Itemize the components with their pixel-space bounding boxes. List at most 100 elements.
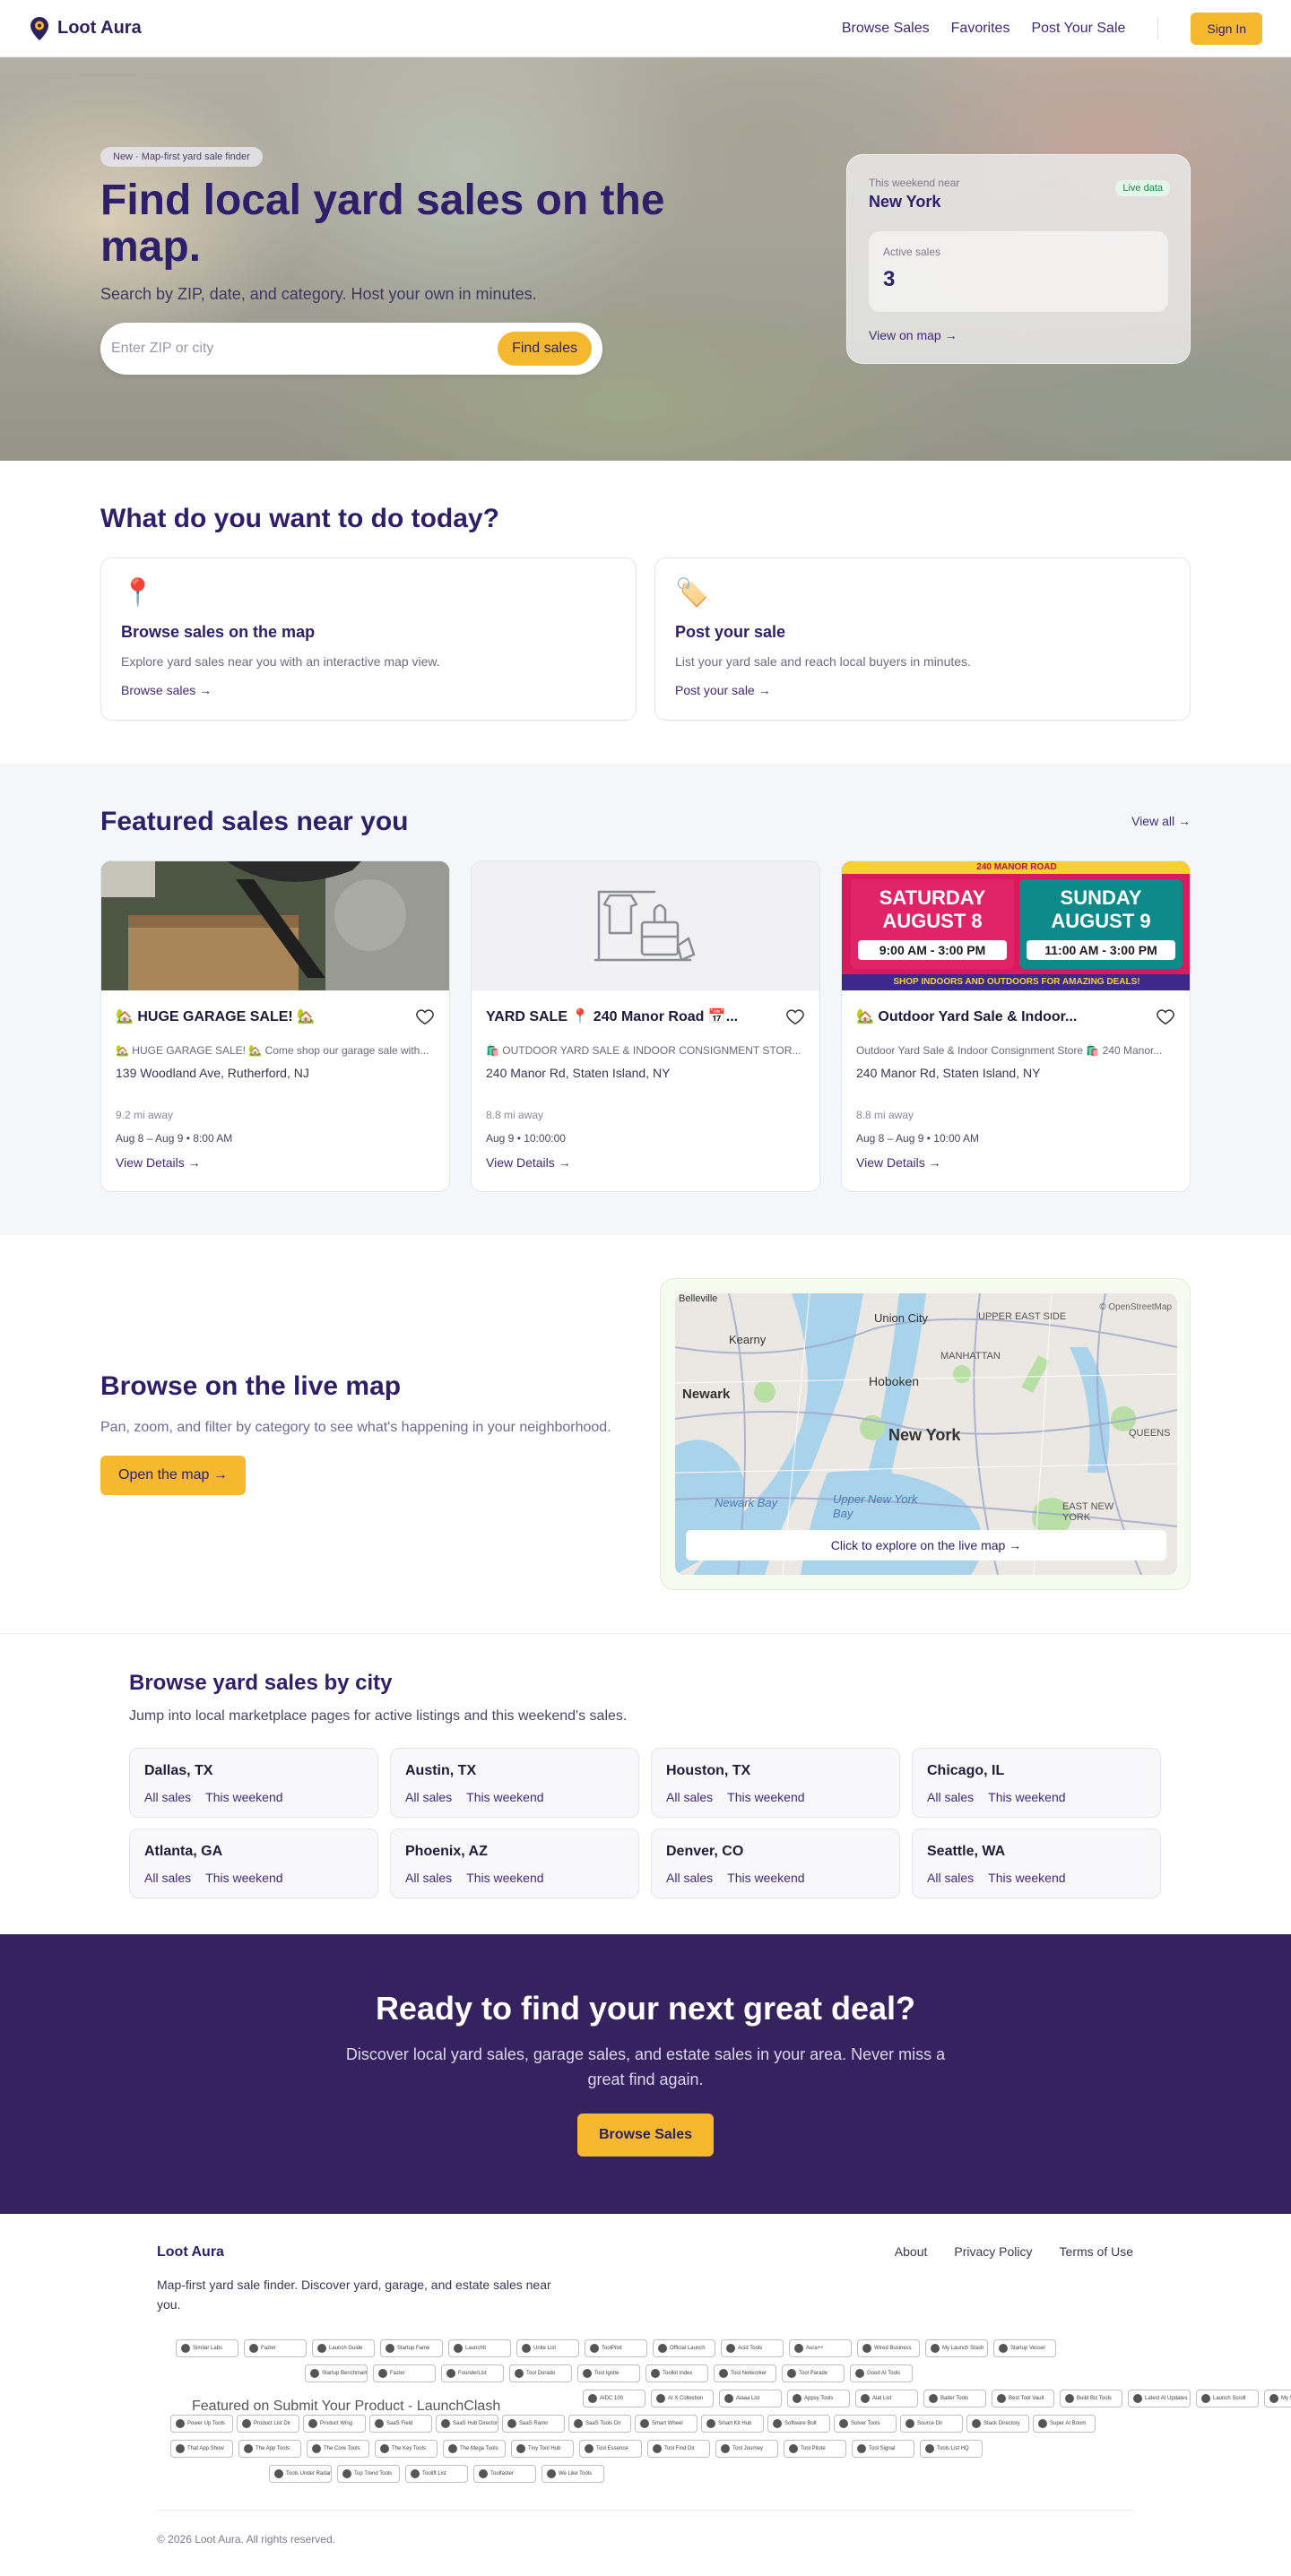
nav-post-sale[interactable]: Post Your Sale (1031, 21, 1125, 37)
zip-search-input[interactable] (111, 341, 498, 357)
all-sales-link[interactable]: All sales (405, 1871, 452, 1885)
featured-on-badge[interactable]: Toolift List (405, 2465, 468, 2483)
footer-terms-link[interactable]: Terms of Use (1060, 2244, 1133, 2259)
featured-on-badge[interactable]: SaaS Field (369, 2415, 432, 2433)
featured-on-badge[interactable]: Build Biz Tools (1060, 2390, 1122, 2407)
featured-on-badge[interactable]: Tool Ignite (577, 2364, 640, 2382)
all-sales-link[interactable]: All sales (666, 1871, 713, 1885)
featured-on-badge[interactable]: That App Show (170, 2440, 233, 2458)
featured-on-badge[interactable]: Tool Dorado (509, 2364, 572, 2382)
sign-in-button[interactable]: Sign In (1191, 12, 1262, 45)
this-weekend-link[interactable]: This weekend (205, 1871, 282, 1885)
featured-on-badge[interactable]: Good AI Tools (850, 2364, 913, 2382)
this-weekend-link[interactable]: This weekend (466, 1790, 543, 1804)
sale-card[interactable]: 🏡 HUGE GARAGE SALE! 🏡 🏡 HUGE GARAGE SALE… (100, 860, 450, 1192)
browse-sales-link[interactable]: Browse sales → (121, 683, 616, 697)
featured-on-badge[interactable]: Tool Pilote (784, 2440, 846, 2458)
all-sales-link[interactable]: All sales (927, 1790, 974, 1804)
sale-card[interactable]: YARD SALE 📍 240 Manor Road 📅... 🛍️ OUTDO… (471, 860, 820, 1192)
featured-on-badge[interactable]: Fazier (373, 2364, 436, 2382)
broken-badge-image[interactable]: Featured on Submit Your Product - Launch… (192, 2399, 500, 2415)
featured-on-badge[interactable]: Aiaaa List (719, 2390, 782, 2407)
featured-on-badge[interactable]: Tool Parade (782, 2364, 845, 2382)
all-sales-link[interactable]: All sales (144, 1871, 191, 1885)
featured-on-badge[interactable]: Best Tool Vault (992, 2390, 1054, 2407)
this-weekend-link[interactable]: This weekend (727, 1790, 804, 1804)
featured-on-badge[interactable]: Fazier (244, 2339, 307, 2357)
featured-on-badge[interactable]: Launch Scroll (1196, 2390, 1259, 2407)
explore-map-cta[interactable]: Click to explore on the live map → (686, 1530, 1166, 1560)
featured-on-badge[interactable]: Unite List (516, 2339, 579, 2357)
featured-on-badge[interactable]: AI X Collection (651, 2390, 714, 2407)
featured-on-badge[interactable]: Acid Tools (721, 2339, 784, 2357)
featured-on-badge[interactable]: Tiny Tool Hub (511, 2440, 574, 2458)
featured-on-badge[interactable]: Baiter Tools (923, 2390, 986, 2407)
featured-on-badge[interactable]: Startup Vessel (993, 2339, 1056, 2357)
featured-on-badge[interactable]: Similar Labs (176, 2339, 238, 2357)
all-sales-link[interactable]: All sales (144, 1790, 191, 1804)
heart-icon[interactable] (1156, 1007, 1175, 1026)
featured-on-badge[interactable]: ToolPilot (585, 2339, 647, 2357)
view-details-link[interactable]: View Details → (486, 1155, 805, 1170)
view-on-map-link[interactable]: View on map → (869, 328, 1168, 342)
heart-icon[interactable] (785, 1007, 805, 1026)
featured-on-badge[interactable]: Stack Directory (966, 2415, 1029, 2433)
featured-on-badge[interactable]: Tools List HQ (920, 2440, 983, 2458)
featured-on-badge[interactable]: Product Wing (303, 2415, 366, 2433)
featured-on-badge[interactable]: Startup Benchmarks (305, 2364, 368, 2382)
featured-on-badge[interactable]: Top Trend Tools (337, 2465, 400, 2483)
featured-on-badge[interactable]: My Launch Stash (925, 2339, 988, 2357)
featured-on-badge[interactable]: Aiat List (855, 2390, 918, 2407)
this-weekend-link[interactable]: This weekend (466, 1871, 543, 1885)
nav-favorites[interactable]: Favorites (951, 21, 1010, 37)
featured-on-badge[interactable]: Appsy Tools (787, 2390, 850, 2407)
featured-on-badge[interactable]: Solver Tools (834, 2415, 897, 2433)
all-sales-link[interactable]: All sales (666, 1790, 713, 1804)
featured-on-badge[interactable]: FounderList (441, 2364, 504, 2382)
featured-on-badge[interactable]: We Like Tools (542, 2465, 604, 2483)
this-weekend-link[interactable]: This weekend (205, 1790, 282, 1804)
this-weekend-link[interactable]: This weekend (988, 1790, 1065, 1804)
featured-on-badge[interactable]: The Key Tools (375, 2440, 438, 2458)
featured-on-badge[interactable]: Tool Essence (579, 2440, 642, 2458)
map-preview[interactable]: Belleville Union City UPPER EAST SIDE MA… (675, 1293, 1177, 1575)
featured-on-badge[interactable]: Tool Find Dir (647, 2440, 710, 2458)
featured-on-badge[interactable]: Tools Under Radar (269, 2465, 332, 2483)
featured-on-badge[interactable]: Power Up Tools (170, 2415, 233, 2433)
featured-on-badge[interactable]: Toolfaster (473, 2465, 536, 2483)
featured-on-badge[interactable]: Toolkit Index (646, 2364, 708, 2382)
featured-on-badge[interactable]: Wired Business (857, 2339, 920, 2357)
view-details-link[interactable]: View Details → (116, 1155, 435, 1170)
featured-on-badge[interactable]: Latest AI Updates (1128, 2390, 1191, 2407)
featured-on-badge[interactable]: SaaS Rankr (502, 2415, 565, 2433)
featured-on-badge[interactable]: SaaS Hub Directory (436, 2415, 498, 2433)
post-sale-card[interactable]: 🏷️ Post your sale List your yard sale an… (654, 558, 1191, 721)
browse-map-card[interactable]: 📍 Browse sales on the map Explore yard s… (100, 558, 637, 721)
footer-privacy-link[interactable]: Privacy Policy (954, 2244, 1032, 2259)
map-attribution[interactable]: © OpenStreetMap (1099, 1302, 1172, 1312)
featured-on-badge[interactable]: Smart Wheel (635, 2415, 697, 2433)
sale-card[interactable]: 240 MANOR ROAD SATURDAY AUGUST 8 9:00 AM… (841, 860, 1191, 1192)
featured-on-badge[interactable]: Smart Kit Hub (701, 2415, 764, 2433)
open-map-button[interactable]: Open the map → (100, 1456, 246, 1495)
featured-on-badge[interactable]: The Core Tools (307, 2440, 369, 2458)
featured-on-badge[interactable]: My Start Tools (1264, 2390, 1291, 2407)
featured-on-badge[interactable]: Tool Signal (852, 2440, 914, 2458)
featured-on-badge[interactable]: Launch Guide (312, 2339, 375, 2357)
browse-sales-button[interactable]: Browse Sales (577, 2114, 714, 2157)
featured-on-badge[interactable]: The Mega Tools (443, 2440, 506, 2458)
footer-about-link[interactable]: About (895, 2244, 928, 2259)
all-sales-link[interactable]: All sales (927, 1871, 974, 1885)
featured-on-badge[interactable]: Product List Dir (237, 2415, 299, 2433)
heart-icon[interactable] (415, 1007, 435, 1026)
featured-on-badge[interactable]: Official Launch (653, 2339, 715, 2357)
featured-on-badge[interactable]: Tool Networker (714, 2364, 776, 2382)
view-all-link[interactable]: View all → (1131, 814, 1191, 828)
nav-browse-sales[interactable]: Browse Sales (842, 21, 930, 37)
this-weekend-link[interactable]: This weekend (727, 1871, 804, 1885)
featured-on-badge[interactable]: Aura++ (789, 2339, 852, 2357)
featured-on-badge[interactable]: Startup Fame (380, 2339, 443, 2357)
featured-on-badge[interactable]: Source Dir (900, 2415, 963, 2433)
this-weekend-link[interactable]: This weekend (988, 1871, 1065, 1885)
featured-on-badge[interactable]: AIDC 100 (583, 2390, 646, 2407)
